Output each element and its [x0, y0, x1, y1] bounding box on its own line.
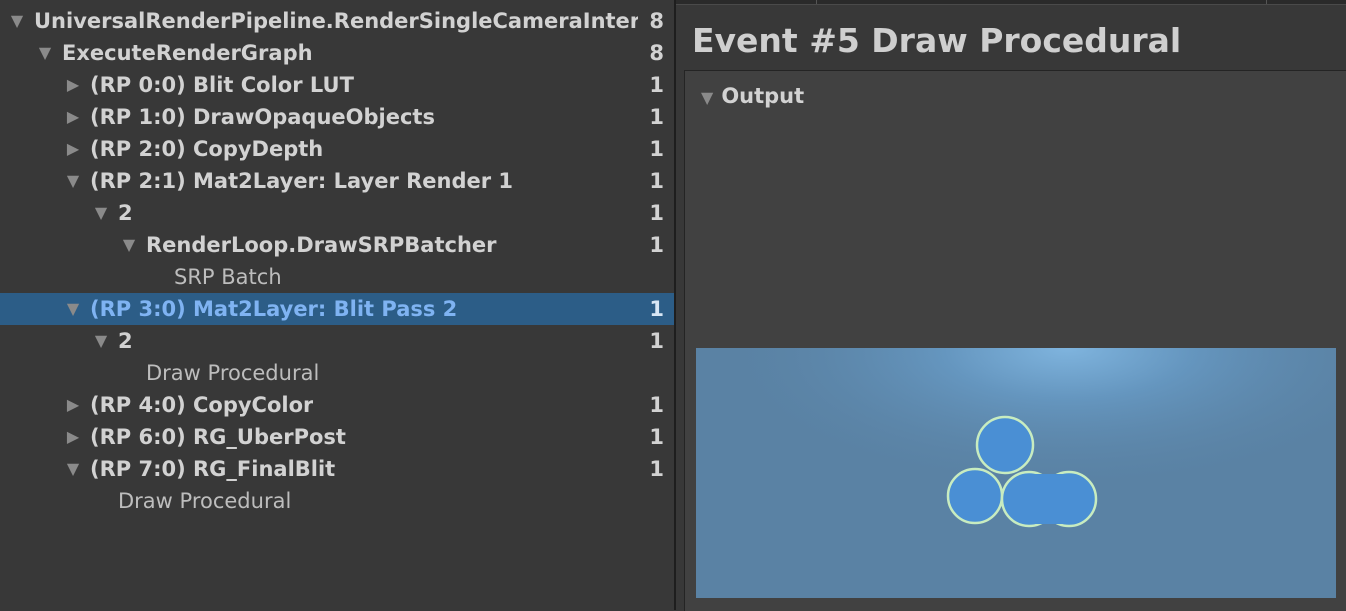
tree-row[interactable]: ▼ (RP 7:0) RG_FinalBlit 1 [0, 453, 674, 485]
tree-row-count: 1 [649, 105, 664, 129]
tree-row-count: 1 [649, 169, 664, 193]
triangle-down-icon[interactable]: ▼ [701, 88, 713, 107]
tree-row[interactable]: ▶ (RP 0:0) Blit Color LUT 1 [0, 69, 674, 101]
tree-row-count: 1 [649, 425, 664, 449]
preview-glow [696, 348, 1336, 598]
tree-row[interactable]: Draw Procedural [0, 357, 674, 389]
triangle-down-icon[interactable]: ▼ [119, 229, 139, 261]
triangle-down-icon[interactable]: ▼ [91, 197, 111, 229]
triangle-right-icon[interactable]: ▶ [63, 69, 83, 101]
tree-row-count: 8 [649, 9, 664, 33]
event-hierarchy-panel: ▼ UniversalRenderPipeline.RenderSingleCa… [0, 0, 674, 610]
triangle-down-icon[interactable]: ▼ [63, 453, 83, 485]
tree-row-label: Draw Procedural [146, 361, 320, 385]
tree-row-label: ExecuteRenderGraph [62, 41, 313, 65]
triangle-right-icon[interactable]: ▶ [63, 133, 83, 165]
tree-row-label: (RP 6:0) RG_UberPost [90, 425, 346, 449]
triangle-down-icon[interactable]: ▼ [7, 5, 27, 37]
tree-row-count: 1 [649, 329, 664, 353]
tree-row[interactable]: ▼ ExecuteRenderGraph 8 [0, 37, 674, 69]
toolbar-divider [816, 0, 817, 4]
tree-row-label: (RP 0:0) Blit Color LUT [90, 73, 354, 97]
tree-row-label: (RP 1:0) DrawOpaqueObjects [90, 105, 435, 129]
output-preview-image [696, 348, 1336, 598]
preview-circle [946, 467, 1004, 525]
tree-row-label: RenderLoop.DrawSRPBatcher [146, 233, 497, 257]
toolbar-divider [1266, 0, 1267, 4]
triangle-right-icon[interactable]: ▶ [63, 101, 83, 133]
tree-row-count: 1 [649, 393, 664, 417]
tree-row-label: 2 [118, 201, 133, 225]
tree-row-selected[interactable]: ▼ (RP 3:0) Mat2Layer: Blit Pass 2 1 [0, 293, 674, 325]
tree-row-label: (RP 3:0) Mat2Layer: Blit Pass 2 [90, 297, 458, 321]
tree-row-label: UniversalRenderPipeline.RenderSingleCame… [34, 9, 638, 33]
triangle-down-icon[interactable]: ▼ [63, 165, 83, 197]
tree-row[interactable]: SRP Batch [0, 261, 674, 293]
tree-row[interactable]: ▼ 2 1 [0, 325, 674, 357]
tree-row[interactable]: ▼ UniversalRenderPipeline.RenderSingleCa… [0, 5, 674, 37]
triangle-down-icon[interactable]: ▼ [35, 37, 55, 69]
tree-row-count: 1 [649, 201, 664, 225]
tree-row[interactable]: Draw Procedural [0, 485, 674, 517]
tree-row-count: 1 [649, 457, 664, 481]
tree-row[interactable]: ▶ (RP 4:0) CopyColor 1 [0, 389, 674, 421]
tree-row[interactable]: ▼ (RP 2:1) Mat2Layer: Layer Render 1 1 [0, 165, 674, 197]
tree-row-label: SRP Batch [174, 265, 282, 289]
event-title: Event #5 Draw Procedural [692, 21, 1182, 60]
output-label: Output [721, 84, 805, 108]
tree-row[interactable]: ▶ (RP 2:0) CopyDepth 1 [0, 133, 674, 165]
toolbar-strip [676, 0, 1346, 5]
tree-row-label: (RP 2:0) CopyDepth [90, 137, 324, 161]
triangle-right-icon[interactable]: ▶ [63, 421, 83, 453]
preview-capsule-bridge [1029, 474, 1069, 524]
tree-row-count: 1 [649, 73, 664, 97]
tree-row-count: 8 [649, 41, 664, 65]
preview-circle [975, 415, 1035, 475]
triangle-down-icon[interactable]: ▼ [63, 293, 83, 325]
tree-row[interactable]: ▶ (RP 6:0) RG_UberPost 1 [0, 421, 674, 453]
output-foldout[interactable]: ▼ Output [701, 81, 804, 111]
tree-row[interactable]: ▼ 2 1 [0, 197, 674, 229]
tree-row-label: Draw Procedural [118, 489, 292, 513]
tree-row[interactable]: ▼ RenderLoop.DrawSRPBatcher 1 [0, 229, 674, 261]
event-details-panel: Event #5 Draw Procedural ▼ Output [676, 0, 1346, 611]
tree-row-label: (RP 7:0) RG_FinalBlit [90, 457, 336, 481]
triangle-right-icon[interactable]: ▶ [63, 389, 83, 421]
triangle-down-icon[interactable]: ▼ [91, 325, 111, 357]
tree-row-label: (RP 4:0) CopyColor [90, 393, 314, 417]
tree-row-count: 1 [649, 233, 664, 257]
tree-row[interactable]: ▶ (RP 1:0) DrawOpaqueObjects 1 [0, 101, 674, 133]
tree-row-count: 1 [649, 297, 664, 321]
tree-row-label: 2 [118, 329, 133, 353]
output-section: ▼ Output [684, 70, 1346, 611]
tree-row-label: (RP 2:1) Mat2Layer: Layer Render 1 [90, 169, 514, 193]
tree-row-count: 1 [649, 137, 664, 161]
